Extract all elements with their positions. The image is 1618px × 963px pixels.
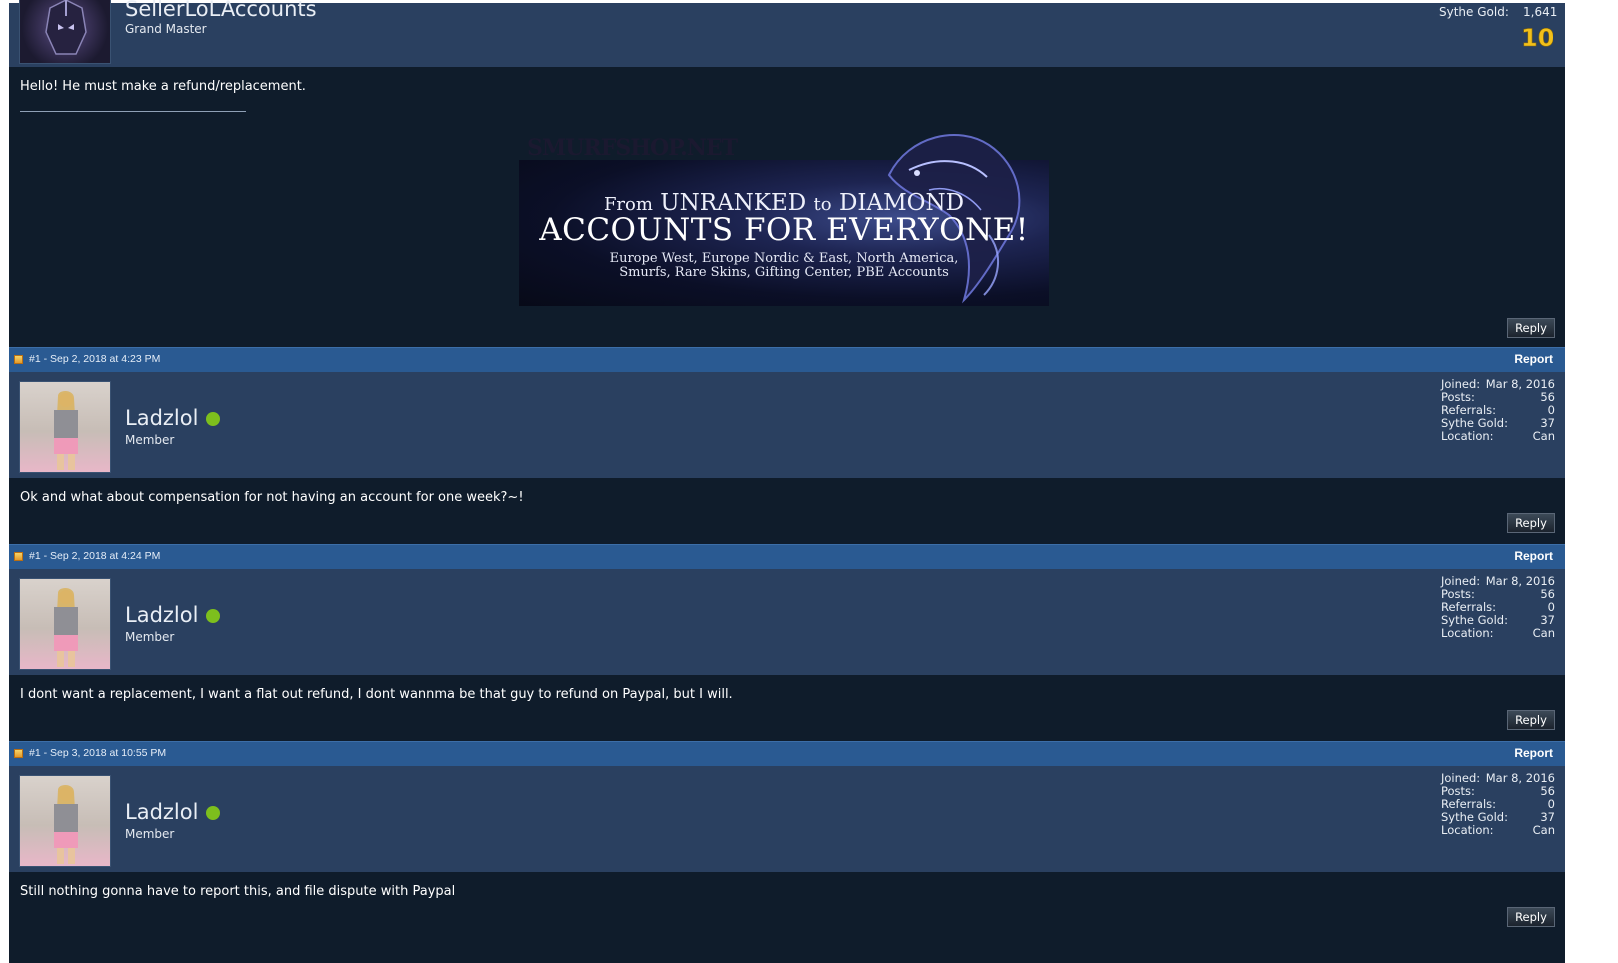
user-title: Member <box>125 827 175 841</box>
user-stats: Joined: Mar 8, 2016 Posts: 56 Referrals: 0 … <box>1441 574 1555 640</box>
sythe-gold-value: 1,641 <box>1523 5 1558 19</box>
message-text: I dont want a replacement, I want a flat… <box>20 687 733 702</box>
reply-button[interactable]: Reply <box>1507 907 1555 927</box>
avatar[interactable] <box>19 0 111 64</box>
report-link[interactable]: Report <box>1514 549 1553 563</box>
banner-subtitle: Europe West, Europe Nordic & East, North… <box>609 251 959 280</box>
username-link[interactable]: Ladzlol <box>125 406 198 430</box>
post-message-area: Hello! He must make a refund/replacement… <box>9 67 1565 347</box>
thread-container: SellerLoLAccounts Grand Master Sythe Gol… <box>9 0 1565 963</box>
reply-button[interactable]: Reply <box>1507 513 1555 533</box>
online-status-icon <box>206 806 220 820</box>
post-permalink[interactable]: #1 - Sep 2, 2018 at 4:24 PM <box>29 550 160 562</box>
banner-site-text: SMURFSHOP.NET <box>527 135 738 161</box>
reply-button[interactable]: Reply <box>1507 710 1555 730</box>
report-link[interactable]: Report <box>1514 746 1553 760</box>
post-icon <box>14 355 23 364</box>
avatar[interactable] <box>19 775 111 867</box>
avatar-image <box>45 0 87 55</box>
sythe-gold-label: Sythe Gold: <box>1439 5 1509 19</box>
reply-button[interactable]: Reply <box>1507 318 1555 338</box>
post-userbar: SellerLoLAccounts Grand Master Sythe Gol… <box>9 0 1565 67</box>
post-header: #1 - Sep 3, 2018 at 10:55 PM Report <box>9 741 1565 766</box>
post-header: #1 - Sep 2, 2018 at 4:23 PM Report <box>9 347 1565 372</box>
post-icon <box>14 749 23 758</box>
post-userbar: Ladzlol Member Joined: Mar 8, 2016 Posts:… <box>9 569 1565 675</box>
username-link[interactable]: Ladzlol <box>125 800 198 824</box>
online-status-icon <box>206 609 220 623</box>
post-message-area: Ok and what about compensation for not h… <box>9 478 1565 544</box>
avatar-image <box>54 390 78 470</box>
username-link[interactable]: Ladzlol <box>125 603 198 627</box>
message-text: Still nothing gonna have to report this,… <box>20 884 456 899</box>
svg-text:10: 10 <box>1521 24 1553 49</box>
banner-title: ACCOUNTS FOR EVERYONE! <box>539 212 1029 248</box>
avatar[interactable] <box>19 381 111 473</box>
post-userbar: Ladzlol Member Joined: Mar 8, 2016 Posts:… <box>9 372 1565 478</box>
user-title: Grand Master <box>125 22 207 36</box>
user-title: Member <box>125 433 175 447</box>
report-link[interactable]: Report <box>1514 352 1553 366</box>
post-message-area: Still nothing gonna have to report this,… <box>9 872 1565 963</box>
post-permalink[interactable]: #1 - Sep 3, 2018 at 10:55 PM <box>29 747 166 759</box>
post-header: #1 - Sep 2, 2018 at 4:24 PM Report <box>9 544 1565 569</box>
post-message-area: I dont want a replacement, I want a flat… <box>9 675 1565 741</box>
avatar-image <box>54 587 78 667</box>
user-title: Member <box>125 630 175 644</box>
gold-badge-icon: 10 <box>1521 23 1555 53</box>
user-stats: Joined: Mar 8, 2016 Posts: 56 Referrals: 0 … <box>1441 377 1555 443</box>
signature-banner[interactable]: SMURFSHOP.NET From UNRANKED to DIAMOND A… <box>519 134 1049 306</box>
post-userbar: Ladzlol Member Joined: Mar 8, 2016 Posts:… <box>9 766 1565 872</box>
message-text: Ok and what about compensation for not h… <box>20 490 524 505</box>
post-permalink[interactable]: #1 - Sep 2, 2018 at 4:23 PM <box>29 353 160 365</box>
signature-divider <box>20 111 246 112</box>
avatar-image <box>54 784 78 864</box>
post-icon <box>14 552 23 561</box>
user-stats: Joined: Mar 8, 2016 Posts: 56 Referrals: 0 … <box>1441 771 1555 837</box>
username-link[interactable]: SellerLoLAccounts <box>125 0 317 21</box>
avatar[interactable] <box>19 578 111 670</box>
message-text: Hello! He must make a refund/replacement… <box>20 79 306 94</box>
online-status-icon <box>206 412 220 426</box>
